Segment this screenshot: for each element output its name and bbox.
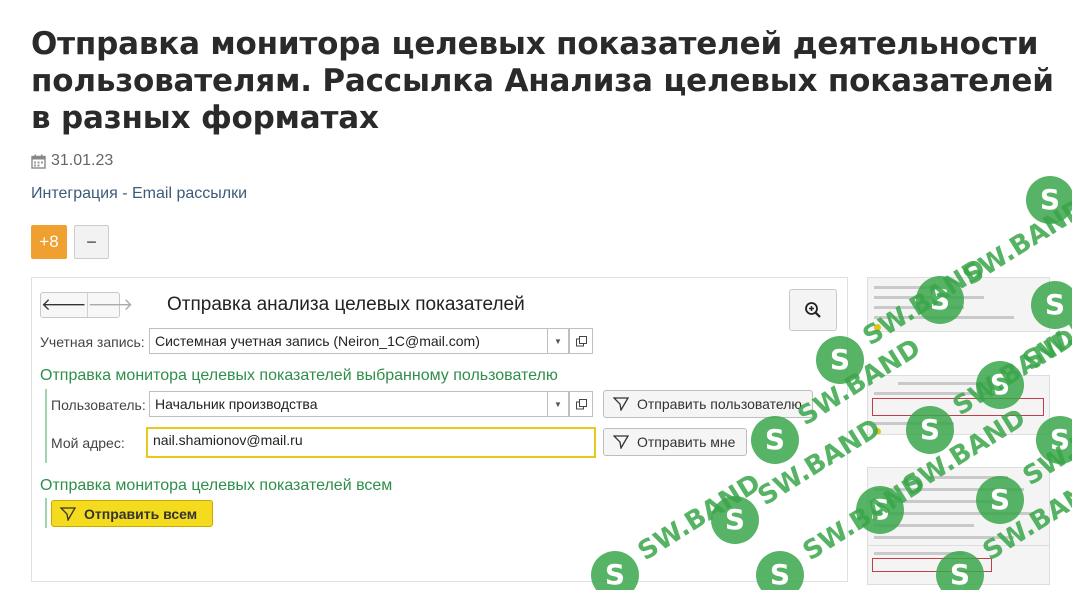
user-label: Пользователь: [51,397,146,413]
group-divider [45,498,47,528]
rating-plus-button[interactable]: +8 [31,225,67,259]
send-to-all-label: Отправить всем [84,505,198,522]
send-icon [613,435,629,449]
group-divider [45,389,47,463]
gallery-thumbnail[interactable] [867,375,1050,435]
send-to-me-label: Отправить мне [637,434,736,450]
gallery-thumbnail[interactable] [867,545,1050,585]
gallery-thumbnail[interactable] [867,277,1050,332]
form-title: Отправка анализа целевых показателей [167,294,525,315]
dropdown-icon[interactable]: ▼ [547,328,569,354]
date-text: 31.01.23 [51,152,114,169]
section-all-title: Отправка монитора целевых показателей вс… [40,477,393,494]
open-icon[interactable] [569,391,593,417]
gallery-thumbnail[interactable] [867,467,1050,547]
account-field[interactable]: Системная учетная запись (Neiron_1C@mail… [149,328,549,354]
dropdown-icon[interactable]: ▼ [547,391,569,417]
send-icon [60,506,76,521]
send-to-user-label: Отправить пользователю [637,396,802,412]
send-icon [613,397,629,411]
category-link[interactable]: Интеграция - Email рассылки [31,185,247,203]
rating-minus-button[interactable]: − [74,225,109,259]
forward-arrow-icon[interactable]: 🡒 [86,293,133,317]
section-user-title: Отправка монитора целевых показателей вы… [40,367,558,384]
back-arrow-icon[interactable]: 🡐 [41,293,87,317]
send-to-user-button[interactable]: Отправить пользователю [603,390,813,418]
send-to-all-button[interactable]: Отправить всем [51,500,213,527]
page-title: Отправка монитора целевых показателей де… [31,26,1054,136]
form-screenshot: 🡐 🡒 Отправка анализа целевых показателей… [31,277,848,582]
zoom-icon [805,302,821,318]
calendar-icon [31,154,46,169]
navigation-buttons: 🡐 🡒 [40,292,133,318]
open-icon[interactable] [569,328,593,354]
send-to-me-button[interactable]: Отправить мне [603,428,747,456]
zoom-button[interactable] [789,289,837,331]
publish-date: 31.01.23 [31,151,113,171]
account-label: Учетная запись: [40,334,145,350]
my-address-label: Мой адрес: [51,435,125,451]
user-field[interactable]: Начальник производства [149,391,549,417]
my-address-field[interactable]: nail.shamionov@mail.ru [146,427,596,458]
